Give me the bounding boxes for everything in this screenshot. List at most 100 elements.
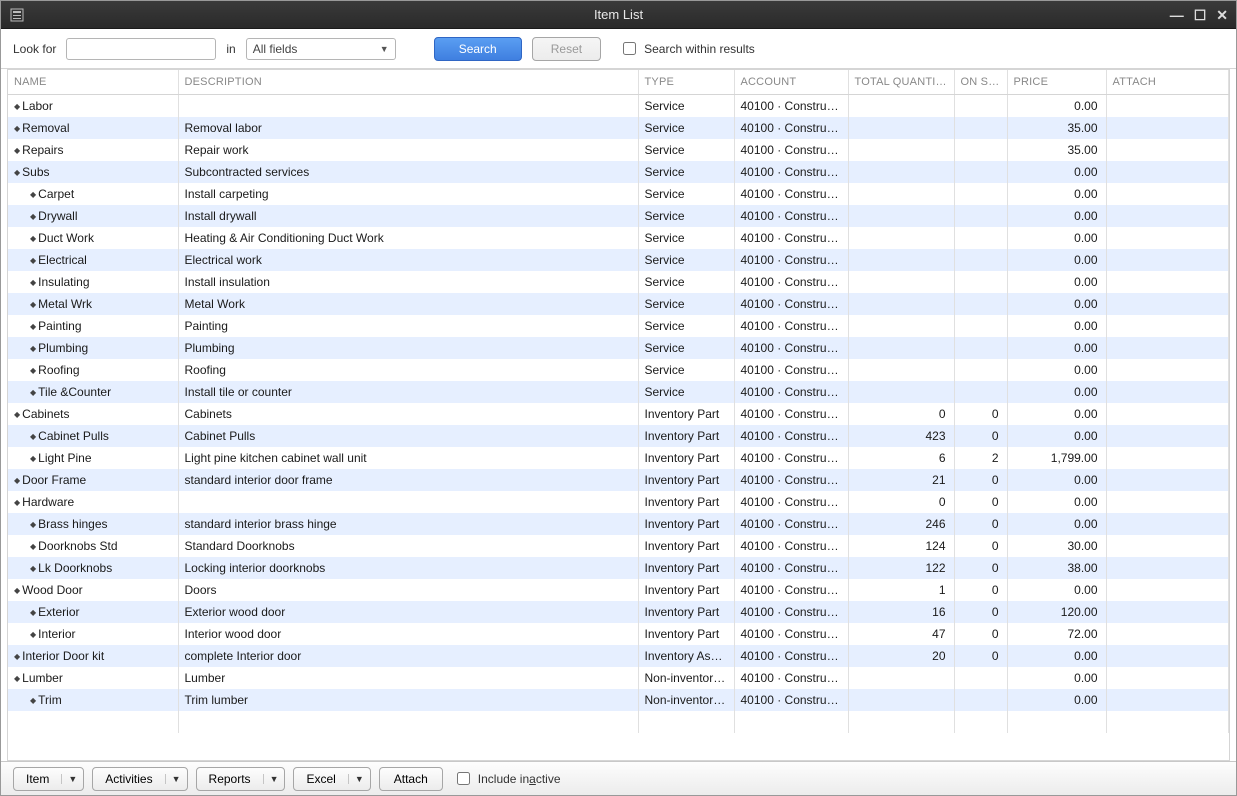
cell-name: ◆Drywall: [8, 205, 178, 227]
cell-type: Inventory Part: [638, 579, 734, 601]
cell-type: Service: [638, 161, 734, 183]
include-inactive-checkbox[interactable]: [457, 772, 470, 785]
table-row[interactable]: ◆Cabinet PullsCabinet PullsInventory Par…: [8, 425, 1229, 447]
cell-qty: 20: [848, 645, 954, 667]
cell-type: Service: [638, 139, 734, 161]
reports-menu-button[interactable]: Reports ▼: [196, 767, 286, 791]
row-name-text: Painting: [38, 319, 81, 333]
table-row[interactable]: ◆Metal WrkMetal WorkService40100 · Const…: [8, 293, 1229, 315]
cell-account: 40100 · Constructi...: [734, 293, 848, 315]
cell-sales: [954, 359, 1007, 381]
row-name-text: Lk Doorknobs: [38, 561, 112, 575]
search-within-checkbox[interactable]: [623, 42, 636, 55]
reset-button[interactable]: Reset: [532, 37, 601, 61]
cell-name: ◆Electrical: [8, 249, 178, 271]
cell-account: 40100 · Constructi...: [734, 689, 848, 711]
col-price[interactable]: PRICE: [1007, 70, 1106, 95]
col-attach[interactable]: ATTACH: [1106, 70, 1229, 95]
cell-account: 40100 · Constructi...: [734, 249, 848, 271]
excel-menu-button[interactable]: Excel ▼: [293, 767, 370, 791]
table-row[interactable]: ◆ElectricalElectrical workService40100 ·…: [8, 249, 1229, 271]
col-account[interactable]: ACCOUNT: [734, 70, 848, 95]
col-total-quantity[interactable]: TOTAL QUANTITY ...: [848, 70, 954, 95]
table-row[interactable]: ◆InsulatingInstall insulationService4010…: [8, 271, 1229, 293]
table-row[interactable]: ◆HardwareInventory Part40100 · Construct…: [8, 491, 1229, 513]
table-row[interactable]: ◆Interior Door kitcomplete Interior door…: [8, 645, 1229, 667]
diamond-icon: ◆: [14, 674, 20, 683]
close-icon[interactable]: ✕: [1216, 7, 1228, 24]
attach-button[interactable]: Attach: [379, 767, 443, 791]
cell-qty: [848, 359, 954, 381]
table-row[interactable]: ◆Door Framestandard interior door frameI…: [8, 469, 1229, 491]
table-row[interactable]: ◆Duct WorkHeating & Air Conditioning Duc…: [8, 227, 1229, 249]
cell-qty: 21: [848, 469, 954, 491]
cell-price: 0.00: [1007, 667, 1106, 689]
cell-attach: [1106, 293, 1229, 315]
item-menu-button[interactable]: Item ▼: [13, 767, 84, 791]
cell-name: ◆Removal: [8, 117, 178, 139]
cell-sales: 0: [954, 601, 1007, 623]
diamond-icon: ◆: [30, 520, 36, 529]
table-row[interactable]: ◆Light PineLight pine kitchen cabinet wa…: [8, 447, 1229, 469]
table-row[interactable]: ◆CarpetInstall carpetingService40100 · C…: [8, 183, 1229, 205]
cell-price: 0.00: [1007, 183, 1106, 205]
table-row[interactable]: [8, 711, 1229, 733]
table-row[interactable]: ◆RepairsRepair workService40100 · Constr…: [8, 139, 1229, 161]
cell-price: 0.00: [1007, 579, 1106, 601]
item-table-scroll[interactable]: NAME DESCRIPTION TYPE ACCOUNT TOTAL QUAN…: [7, 69, 1230, 761]
table-row[interactable]: ◆Lk DoorknobsLocking interior doorknobsI…: [8, 557, 1229, 579]
cell-qty: 423: [848, 425, 954, 447]
cell-qty: 47: [848, 623, 954, 645]
cell-description: Locking interior doorknobs: [178, 557, 638, 579]
table-row[interactable]: ◆LaborService40100 · Constructi...0.00: [8, 95, 1229, 118]
cell-name: ◆Cabinet Pulls: [8, 425, 178, 447]
cell-type: Inventory Part: [638, 557, 734, 579]
cell-price: 0.00: [1007, 271, 1106, 293]
col-description[interactable]: DESCRIPTION: [178, 70, 638, 95]
cell-qty: [848, 205, 954, 227]
col-type[interactable]: TYPE: [638, 70, 734, 95]
diamond-icon: ◆: [14, 168, 20, 177]
look-for-label: Look for: [13, 42, 56, 56]
row-name-text: Plumbing: [38, 341, 88, 355]
cell-account: 40100 · Constructi...: [734, 425, 848, 447]
table-row[interactable]: ◆PaintingPaintingService40100 · Construc…: [8, 315, 1229, 337]
cell-type: Service: [638, 337, 734, 359]
activities-menu-button[interactable]: Activities ▼: [92, 767, 187, 791]
table-row[interactable]: ◆Doorknobs StdStandard DoorknobsInventor…: [8, 535, 1229, 557]
cell-account: 40100 · Constructi...: [734, 359, 848, 381]
cell-attach: [1106, 205, 1229, 227]
table-row[interactable]: ◆ExteriorExterior wood doorInventory Par…: [8, 601, 1229, 623]
table-row[interactable]: ◆PlumbingPlumbingService40100 · Construc…: [8, 337, 1229, 359]
cell-attach: [1106, 579, 1229, 601]
look-for-input[interactable]: [66, 38, 216, 60]
maximize-icon[interactable]: ☐: [1194, 7, 1207, 24]
cell-sales: 2: [954, 447, 1007, 469]
table-row[interactable]: ◆InteriorInterior wood doorInventory Par…: [8, 623, 1229, 645]
cell-qty: 16: [848, 601, 954, 623]
table-row[interactable]: ◆DrywallInstall drywallService40100 · Co…: [8, 205, 1229, 227]
table-row[interactable]: ◆TrimTrim lumberNon-inventory ...40100 ·…: [8, 689, 1229, 711]
cell-account: 40100 · Constructi...: [734, 161, 848, 183]
col-on-sales[interactable]: ON SA...: [954, 70, 1007, 95]
minimize-icon[interactable]: —: [1170, 7, 1184, 23]
table-row[interactable]: ◆Tile &CounterInstall tile or counterSer…: [8, 381, 1229, 403]
row-name-text: Duct Work: [38, 231, 94, 245]
table-row[interactable]: ◆RoofingRoofingService40100 · Constructi…: [8, 359, 1229, 381]
search-button[interactable]: Search: [434, 37, 522, 61]
table-row[interactable]: ◆LumberLumberNon-inventory ...40100 · Co…: [8, 667, 1229, 689]
cell-description: Install drywall: [178, 205, 638, 227]
cell-attach: [1106, 227, 1229, 249]
table-row[interactable]: ◆Brass hingesstandard interior brass hin…: [8, 513, 1229, 535]
field-select[interactable]: All fields ▼: [246, 38, 396, 60]
table-row[interactable]: ◆RemovalRemoval laborService40100 · Cons…: [8, 117, 1229, 139]
table-row[interactable]: ◆SubsSubcontracted servicesService40100 …: [8, 161, 1229, 183]
cell-qty: 0: [848, 491, 954, 513]
cell-sales: 0: [954, 491, 1007, 513]
table-row[interactable]: ◆CabinetsCabinetsInventory Part40100 · C…: [8, 403, 1229, 425]
cell-type: Service: [638, 359, 734, 381]
cell-attach: [1106, 381, 1229, 403]
diamond-icon: ◆: [30, 608, 36, 617]
col-name[interactable]: NAME: [8, 70, 178, 95]
table-row[interactable]: ◆Wood DoorDoorsInventory Part40100 · Con…: [8, 579, 1229, 601]
